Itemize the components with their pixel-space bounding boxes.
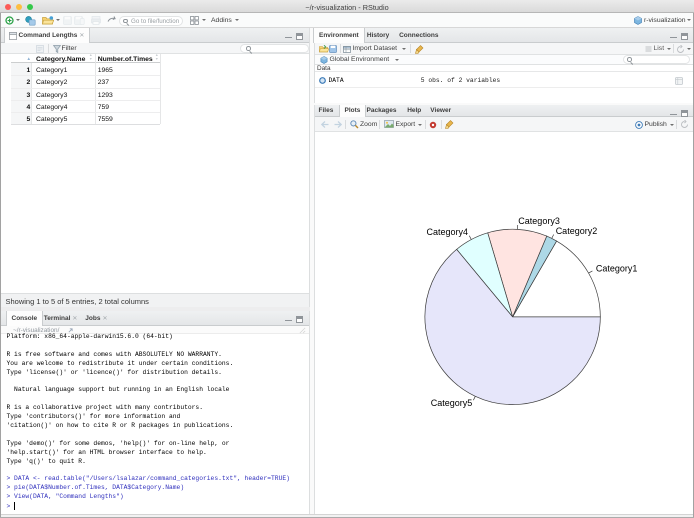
svg-text:Category2: Category2 (555, 225, 597, 235)
svg-text:Category4: Category4 (426, 227, 468, 237)
svg-text:Category1: Category1 (595, 263, 637, 273)
svg-text:Category3: Category3 (518, 215, 560, 225)
svg-text:Category5: Category5 (430, 398, 472, 408)
